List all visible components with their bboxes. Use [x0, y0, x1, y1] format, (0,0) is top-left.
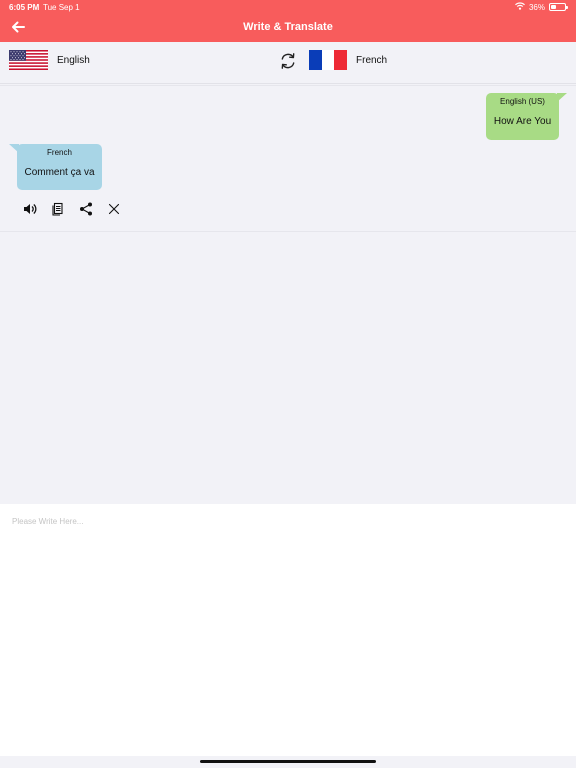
target-language-flag[interactable] — [309, 50, 348, 70]
source-language-label[interactable]: English — [57, 55, 90, 66]
translated-message-language: French — [47, 148, 72, 157]
battery-icon — [549, 3, 568, 11]
france-flag-red — [334, 50, 348, 70]
translated-message-bubble: French Comment ça va — [9, 144, 102, 190]
status-indicators: 36% — [515, 2, 568, 12]
message-actions — [22, 200, 122, 218]
write-text-input[interactable] — [0, 504, 576, 756]
page-title: Write & Translate — [243, 21, 333, 33]
france-flag-blue — [309, 50, 322, 70]
delete-button[interactable] — [106, 201, 122, 217]
swap-languages-button[interactable] — [278, 51, 298, 71]
wifi-icon — [515, 2, 525, 12]
battery-percent: 36% — [528, 2, 545, 12]
source-message-bubble: English (US) How Are You — [486, 93, 567, 140]
status-date: Tue Sep 1 — [43, 3, 80, 12]
share-button[interactable] — [78, 201, 94, 217]
copy-icon — [52, 202, 63, 216]
navigation-header: 6:05 PM Tue Sep 1 36% Write & Translate — [0, 0, 576, 42]
speaker-icon — [24, 204, 37, 214]
status-time: 6:05 PM — [9, 3, 40, 12]
text-input-area — [0, 504, 576, 756]
translated-message-text: Comment ça va — [24, 167, 95, 178]
share-icon — [80, 202, 92, 216]
speak-button[interactable] — [22, 201, 38, 217]
source-message-text: How Are You — [493, 116, 552, 127]
france-flag-white — [321, 50, 335, 70]
target-language-label[interactable]: French — [356, 55, 387, 66]
us-flag-icon — [9, 50, 48, 70]
refresh-icon — [281, 53, 295, 69]
copy-button[interactable] — [50, 201, 66, 217]
source-language-flag[interactable] — [9, 50, 48, 70]
home-indicator[interactable] — [200, 760, 376, 763]
source-message-language: English (US) — [500, 97, 545, 106]
close-icon — [108, 203, 120, 215]
